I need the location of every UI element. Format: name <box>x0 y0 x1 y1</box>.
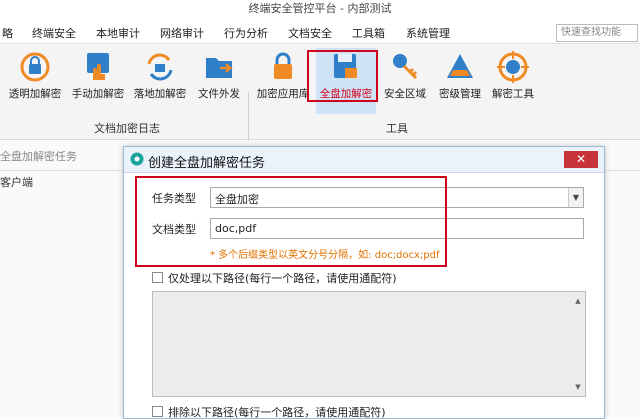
group-label-tools: 工具 <box>386 122 408 135</box>
button-label: 密级管理 <box>439 88 481 100</box>
refresh-lock-icon <box>147 53 173 81</box>
button-label: 透明加解密 <box>8 88 62 100</box>
safe-zone-button[interactable]: 安全区域 <box>380 48 430 114</box>
highlight-frame <box>307 50 378 102</box>
key-icon <box>393 54 418 80</box>
workspace-title: 全盘加解密任务 <box>0 150 77 163</box>
search-input[interactable]: 快速查找功能 <box>556 24 638 42</box>
window-title: 终端安全管控平台 - 内部测试 <box>0 0 640 20</box>
menu-item-network-audit[interactable]: 网络审计 <box>160 25 204 41</box>
lock-icon <box>274 52 292 79</box>
exclude-paths-checkbox[interactable] <box>152 406 163 417</box>
button-label: 文件外发 <box>198 88 240 100</box>
file-outgoing-button[interactable]: 文件外发 <box>194 48 244 114</box>
decrypt-tool-button[interactable]: 解密工具 <box>488 48 538 114</box>
dialog-header: 创建全盘加解密任务 ✕ <box>124 147 604 173</box>
menu-item-toolbox[interactable]: 工具箱 <box>352 25 385 41</box>
dialog-title: 创建全盘加解密任务 <box>148 156 266 171</box>
menu-bar: 略 终端安全 本地审计 网络审计 行为分析 文档安全 工具箱 系统管理 <box>0 20 640 44</box>
button-label: 解密工具 <box>492 88 534 100</box>
close-button[interactable]: ✕ <box>564 151 598 168</box>
only-paths-checkbox[interactable] <box>152 272 163 283</box>
button-label: 落地加解密 <box>133 88 187 100</box>
task-type-select[interactable]: 全盘加密 ▼ <box>210 187 584 208</box>
doc-type-label: 文档类型 <box>152 223 196 236</box>
exclude-paths-label: 排除以下路径(每行一个路径，请使用通配符) <box>168 406 386 419</box>
only-paths-textarea[interactable]: ▲ ▼ <box>152 291 586 397</box>
menu-item-document-security[interactable]: 文档安全 <box>288 25 332 41</box>
classification-management-button[interactable]: 密级管理 <box>434 48 486 114</box>
menu-item-behavior-analysis[interactable]: 行为分析 <box>224 25 268 41</box>
button-label: 加密应用库 <box>256 88 310 100</box>
column-header-client: 客户端 <box>0 176 33 189</box>
menu-item-local-audit[interactable]: 本地审计 <box>96 25 140 41</box>
folder-icon <box>206 58 234 78</box>
doc-type-hint: * 多个后缀类型以英文分号分隔，如: doc;docx;pdf <box>210 250 440 261</box>
landing-encrypt-button[interactable]: 落地加解密 <box>132 48 188 114</box>
pyramid-icon <box>447 54 473 78</box>
menu-item-system-management[interactable]: 系统管理 <box>406 25 450 41</box>
button-label: 安全区域 <box>384 88 426 100</box>
create-task-dialog: 创建全盘加解密任务 ✕ 任务类型 全盘加密 ▼ 文档类型 doc,pdf * 多… <box>123 146 605 419</box>
encrypt-app-library-button[interactable]: 加密应用库 <box>254 48 312 114</box>
task-type-label: 任务类型 <box>152 192 196 205</box>
app-logo-icon <box>130 152 144 166</box>
only-paths-label: 仅处理以下路径(每行一个路径，请使用通配符) <box>168 272 397 285</box>
lock-target-icon <box>20 52 50 82</box>
menu-item-0[interactable]: 略 <box>2 25 13 41</box>
scroll-up-icon[interactable]: ▲ <box>571 294 585 308</box>
manual-encrypt-button[interactable]: 手动加解密 <box>70 48 126 114</box>
scroll-down-icon[interactable]: ▼ <box>571 380 585 394</box>
transparent-encrypt-button[interactable]: 透明加解密 <box>6 48 64 114</box>
button-label: 手动加解密 <box>71 88 125 100</box>
doc-type-input[interactable]: doc,pdf <box>210 218 584 239</box>
group-label-doc-log: 文档加密日志 <box>94 122 160 135</box>
target-lock-icon <box>497 51 529 83</box>
hand-document-icon <box>87 53 109 80</box>
task-type-value: 全盘加密 <box>215 193 259 206</box>
chevron-down-icon[interactable]: ▼ <box>568 188 583 207</box>
menu-item-terminal-security[interactable]: 终端安全 <box>32 25 76 41</box>
